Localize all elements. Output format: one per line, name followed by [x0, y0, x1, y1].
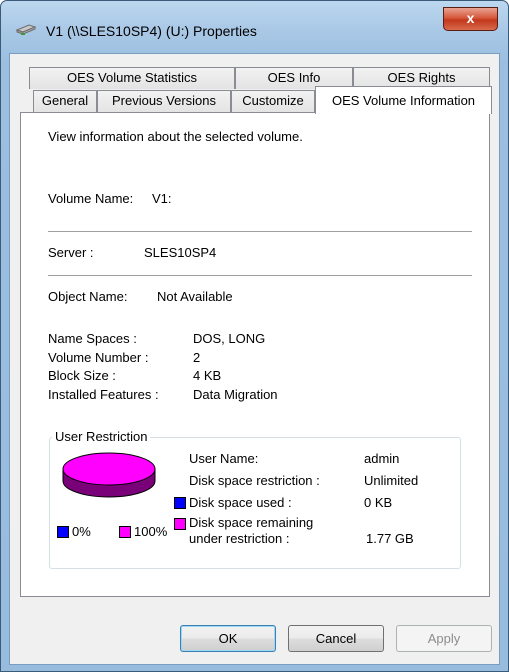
pie-slice-remaining — [62, 452, 156, 486]
name-spaces-value: DOS, LONG — [193, 331, 266, 346]
cancel-button-label: Cancel — [315, 631, 357, 646]
legend-remaining-swatch — [119, 526, 131, 538]
apply-button[interactable]: Apply — [396, 625, 492, 652]
volume-name-value: V1: — [152, 191, 172, 206]
tab-label: Previous Versions — [111, 93, 217, 108]
disk-used-label: Disk space used : — [189, 495, 292, 510]
object-name-value: Not Available — [157, 289, 233, 304]
tab-label: OES Rights — [387, 70, 456, 85]
block-size-value: 4 KB — [193, 368, 222, 383]
title-bar[interactable]: V1 (\\SLES10SP4) (U:) Properties x — [1, 1, 508, 53]
object-name-label: Object Name: — [48, 289, 128, 304]
disk-restriction-label: Disk space restriction : — [189, 473, 320, 488]
disk-remaining-value: 1.77 GB — [366, 531, 414, 546]
disk-remaining-label: Disk space remaining — [189, 515, 314, 530]
disk-used-value: 0 KB — [364, 495, 393, 510]
installed-features-label: Installed Features : — [48, 387, 159, 402]
close-button[interactable]: x — [443, 7, 498, 31]
disk-usage-pie-chart — [62, 452, 156, 498]
legend-used-swatch — [57, 526, 69, 538]
tab-label: OES Volume Information — [331, 93, 476, 108]
server-label: Server : — [48, 245, 94, 260]
close-icon: x — [466, 10, 475, 26]
tab-previous-versions[interactable]: Previous Versions — [97, 90, 231, 113]
remaining-color-swatch — [174, 518, 186, 530]
cancel-button[interactable]: Cancel — [288, 625, 384, 652]
tab-label: General — [41, 93, 89, 108]
network-drive-icon — [15, 24, 37, 35]
ok-button[interactable]: OK — [180, 625, 276, 652]
disk-remaining-label-line2: under restriction : — [189, 531, 290, 546]
name-spaces-label: Name Spaces : — [48, 331, 137, 346]
tab-general[interactable]: General — [33, 90, 97, 113]
user-name-value: admin — [364, 451, 400, 466]
disk-restriction-value: Unlimited — [364, 473, 419, 488]
volume-number-label: Volume Number : — [48, 350, 149, 365]
user-name-label: User Name: — [189, 451, 259, 466]
tab-oes-volume-statistics[interactable]: OES Volume Statistics — [29, 67, 235, 89]
block-size-label: Block Size : — [48, 368, 116, 383]
tab-label: OES Info — [267, 70, 321, 85]
installed-features-value: Data Migration — [193, 387, 278, 402]
tab-label: OES Volume Statistics — [66, 70, 198, 85]
legend-used-percent: 0% — [72, 524, 91, 539]
tab-label: Customize — [242, 93, 304, 108]
tab-oes-volume-information[interactable]: OES Volume Information — [315, 86, 492, 114]
tab-customize[interactable]: Customize — [231, 90, 315, 113]
volume-name-label: Volume Name: — [48, 191, 134, 206]
legend-remaining-percent: 100% — [134, 524, 168, 539]
user-restriction-title: User Restriction — [52, 429, 151, 444]
ok-button-label: OK — [218, 631, 238, 646]
separator — [48, 275, 472, 276]
tab-panel: View information about the selected volu… — [20, 112, 490, 597]
volume-number-value: 2 — [193, 350, 201, 365]
window-title: V1 (\\SLES10SP4) (U:) Properties — [46, 23, 257, 39]
used-color-swatch — [174, 497, 186, 509]
panel-description: View information about the selected volu… — [48, 129, 303, 144]
apply-button-label: Apply — [427, 631, 461, 646]
server-value: SLES10SP4 — [144, 245, 217, 260]
separator — [48, 231, 472, 232]
